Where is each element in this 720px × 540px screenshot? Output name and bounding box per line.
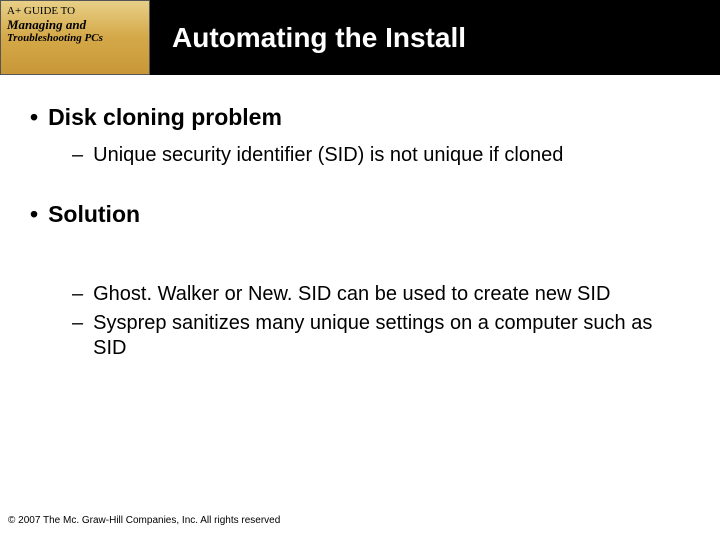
sub-bullet: – Unique security identifier (SID) is no… (72, 143, 690, 168)
sub-bullet: – Sysprep sanitizes many unique settings… (72, 311, 690, 361)
bullet-dot-icon: • (30, 200, 38, 230)
bullet-heading: • Solution (30, 200, 690, 230)
sub-bullet-text: Unique security identifier (SID) is not … (93, 143, 563, 168)
sub-bullet-text: Sysprep sanitizes many unique settings o… (93, 311, 690, 361)
bullet-text: Disk cloning problem (48, 103, 282, 133)
slide-content: • Disk cloning problem – Unique security… (0, 75, 720, 361)
slide-header: A+ GUIDE TO Managing and Troubleshooting… (0, 0, 720, 75)
bullet-dot-icon: • (30, 103, 38, 133)
book-logo: A+ GUIDE TO Managing and Troubleshooting… (0, 0, 150, 75)
bullet-heading: • Disk cloning problem (30, 103, 690, 133)
sub-bullet: – Ghost. Walker or New. SID can be used … (72, 282, 690, 307)
logo-line2: Troubleshooting PCs (7, 32, 143, 45)
bullet-text: Solution (48, 200, 140, 230)
logo-line1: Managing and (7, 18, 143, 32)
bullet-dash-icon: – (72, 282, 83, 307)
bullet-dash-icon: – (72, 311, 83, 361)
title-bar: Automating the Install (150, 0, 720, 75)
slide-title: Automating the Install (172, 22, 466, 54)
sub-bullet-text: Ghost. Walker or New. SID can be used to… (93, 282, 610, 307)
logo-top-text: A+ GUIDE TO (7, 5, 143, 17)
copyright-footer: © 2007 The Mc. Graw-Hill Companies, Inc.… (8, 515, 280, 526)
bullet-dash-icon: – (72, 143, 83, 168)
